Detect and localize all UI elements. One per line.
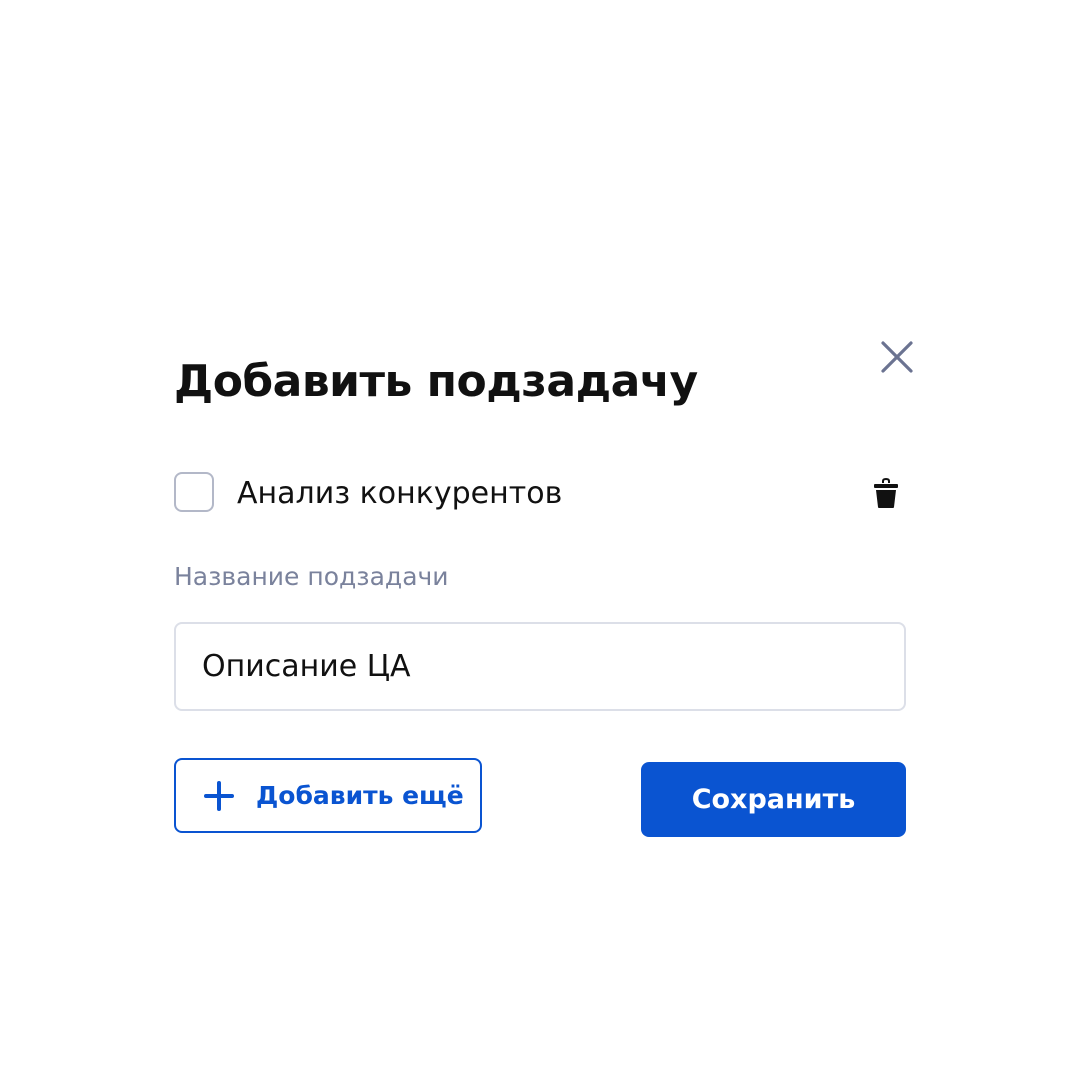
- close-button[interactable]: [876, 336, 918, 378]
- subtask-name-input[interactable]: [174, 622, 906, 711]
- close-icon: [876, 336, 918, 378]
- plus-icon: [204, 780, 234, 811]
- add-subtask-dialog: Добавить подзадачу Анализ конкурентов На…: [0, 0, 1080, 1080]
- page: Добавить подзадачу Анализ конкурентов На…: [0, 0, 1080, 1080]
- subtask-name-label: Название подзадачи: [174, 562, 449, 591]
- add-more-label: Добавить ещё: [256, 781, 464, 810]
- subtask-label: Анализ конкурентов: [237, 476, 563, 511]
- subtask-checkbox[interactable]: [174, 472, 214, 512]
- add-more-button[interactable]: Добавить ещё: [174, 758, 482, 833]
- delete-subtask-button[interactable]: [872, 477, 900, 509]
- save-button[interactable]: Сохранить: [641, 762, 906, 837]
- subtask-item: Анализ конкурентов: [174, 470, 906, 518]
- trash-icon: [872, 477, 900, 509]
- dialog-title: Добавить подзадачу: [174, 356, 698, 407]
